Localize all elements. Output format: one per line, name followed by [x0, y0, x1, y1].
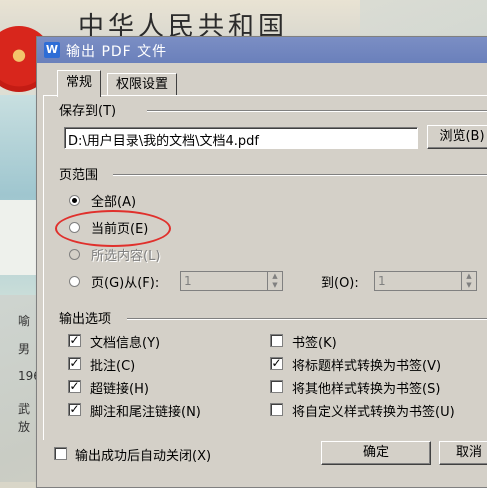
footnote-links-label: 脚注和尾注链接(N) — [90, 405, 201, 420]
background-block — [0, 200, 40, 275]
export-pdf-dialog: W 输出 PDF 文件 常规 权限设置 保存到(T) D:\用户目录\我的文档\… — [36, 36, 487, 488]
auto-close-label: 输出成功后自动关闭(X) — [75, 449, 212, 464]
group-divider — [127, 318, 487, 320]
title-bar[interactable]: W 输出 PDF 文件 — [37, 37, 487, 63]
tab-label: 权限设置 — [116, 77, 169, 92]
ok-button[interactable]: 确定 — [321, 441, 431, 465]
output-options-label: 输出选项 — [59, 308, 116, 327]
checkbox-other-style-bookmarks[interactable] — [270, 380, 283, 393]
radio-selection[interactable] — [69, 249, 80, 260]
doc-info-label: 文档信息(Y) — [90, 336, 161, 351]
spin-buttons[interactable]: ▲ ▼ — [461, 272, 476, 290]
checkbox-auto-close[interactable] — [54, 447, 67, 460]
annotation-circle — [55, 210, 171, 247]
dialog-title: 输出 PDF 文件 — [66, 44, 168, 60]
background-text: 男 — [18, 342, 31, 356]
from-page-stepper[interactable]: 1 ▲ ▼ — [180, 271, 283, 291]
browse-button[interactable]: 浏览(B) — [427, 125, 487, 149]
radio-selection-label: 所选内容(L) — [91, 249, 161, 264]
checkbox-custom-style-bookmarks[interactable] — [270, 403, 283, 416]
spin-up-icon[interactable]: ▲ — [268, 272, 282, 281]
radio-pages-label: 页(G)从(F): — [91, 276, 160, 291]
heading-bookmarks-label: 将标题样式转换为书签(V) — [292, 359, 442, 374]
checkbox-hyperlinks[interactable]: ✓ — [68, 380, 81, 393]
spin-buttons[interactable]: ▲ ▼ — [267, 272, 282, 290]
radio-all-label: 全部(A) — [91, 195, 137, 210]
custom-style-bookmarks-label: 将自定义样式转换为书签(U) — [292, 405, 455, 420]
comments-label: 批注(C) — [90, 359, 136, 374]
checkbox-comments[interactable]: ✓ — [68, 357, 81, 370]
spin-down-icon[interactable]: ▼ — [462, 281, 476, 290]
tab-general[interactable]: 常规 — [57, 70, 102, 97]
group-divider — [113, 174, 487, 176]
cancel-button[interactable]: 取消 — [439, 441, 487, 465]
spin-down-icon[interactable]: ▼ — [268, 281, 282, 290]
save-path-input[interactable]: D:\用户目录\我的文档\文档4.pdf — [64, 127, 418, 149]
checkbox-footnote-links[interactable]: ✓ — [68, 403, 81, 416]
page-range-label: 页范围 — [59, 164, 103, 183]
to-page-stepper[interactable]: 1 ▲ ▼ — [374, 271, 477, 291]
group-divider — [147, 110, 487, 112]
background-text: 放 — [18, 420, 31, 434]
spin-up-icon[interactable]: ▲ — [462, 272, 476, 281]
tab-label: 常规 — [66, 75, 93, 90]
radio-pages[interactable] — [69, 276, 80, 287]
background-text: 武 — [18, 402, 31, 416]
checkbox-doc-info[interactable]: ✓ — [68, 334, 81, 347]
to-page-value: 1 — [378, 274, 386, 288]
save-to-label: 保存到(T) — [59, 100, 121, 119]
bookmarks-label: 书签(K) — [292, 336, 337, 351]
radio-all[interactable] — [69, 195, 80, 206]
wps-app-icon: W — [44, 42, 60, 58]
tab-permissions[interactable]: 权限设置 — [107, 73, 178, 96]
hyperlinks-label: 超链接(H) — [90, 382, 149, 397]
background-text: 喻 — [18, 314, 31, 328]
checkbox-heading-bookmarks[interactable]: ✓ — [270, 357, 283, 370]
from-page-value: 1 — [184, 274, 192, 288]
checkbox-bookmarks[interactable] — [270, 334, 283, 347]
to-page-label: 到(O): — [321, 276, 359, 291]
other-style-bookmarks-label: 将其他样式转换为书签(S) — [292, 382, 441, 397]
